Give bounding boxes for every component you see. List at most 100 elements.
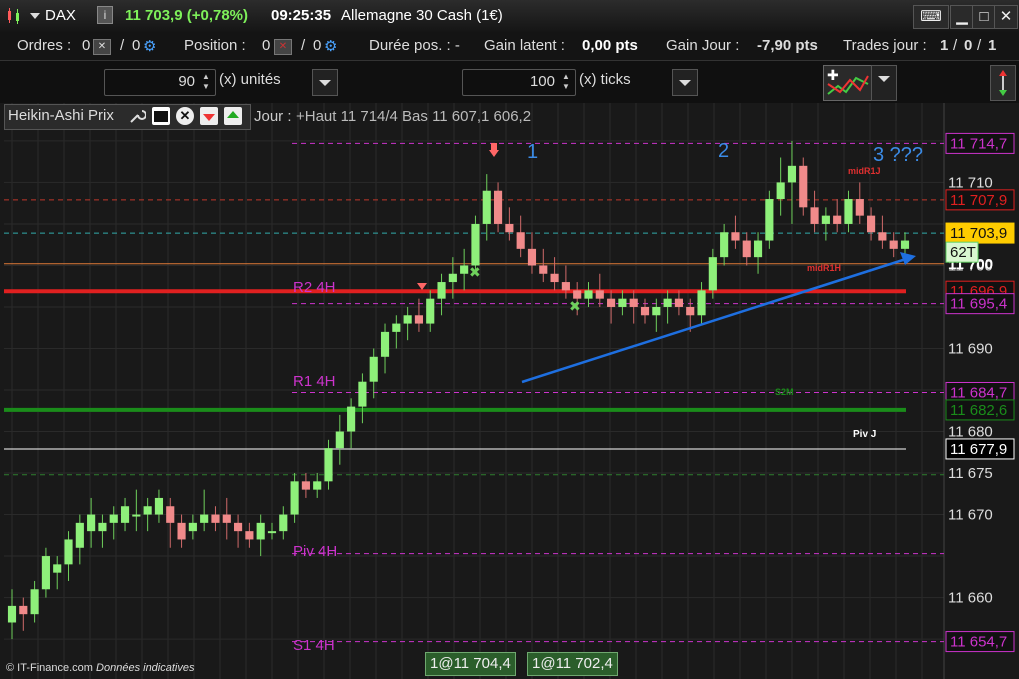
candle-body [787,165,797,183]
order-box-2[interactable]: 1@11 702,4 [527,652,618,676]
ordres-count-2: 0 [132,37,141,54]
candle-body [799,165,808,208]
keyboard-icon[interactable]: ⌨ [913,5,949,29]
candle-body [426,298,435,324]
candle-body [900,240,910,249]
r2-4h-label: R2 4H [293,279,336,296]
candle-body [595,290,604,299]
quantity-unit-dropdown[interactable] [312,69,338,96]
position-count-1: 0 [262,37,271,54]
sell-marker [491,143,497,150]
info-icon[interactable]: i [97,6,113,24]
candle-body [188,522,197,532]
candle-body [154,497,164,515]
candle-body [765,199,774,241]
candle-body [403,315,412,324]
price-badge-text: 11 682,6 [950,402,1007,419]
window-icon[interactable] [152,107,170,125]
piv-4h-label: Piv 4H [293,543,337,560]
candle-body [414,315,424,324]
candle-body [64,539,73,565]
symbol-dropdown-icon[interactable] [30,13,40,19]
gain-latent-value: 0,00 pts [582,37,638,54]
candle-body [471,223,480,266]
sell-marker [417,283,427,290]
candle-body [369,356,378,382]
close-chart-icon[interactable]: ✕ [176,107,194,125]
candle-body [855,199,864,216]
candle-body [810,207,819,224]
stepper-arrows-icon[interactable]: ▲ ▼ [200,72,212,92]
strategy-dropdown[interactable] [871,65,897,101]
x-marker: ✖ [469,265,481,281]
trades-label: Trades jour : [843,37,927,54]
order-box-1[interactable]: 1@11 704,4 [425,652,516,676]
candle-body [708,257,717,291]
candle-body [53,564,62,573]
candle-body [335,431,344,449]
candle-body [663,298,672,307]
gear-icon[interactable]: ⚙ [324,37,337,55]
sell-marker [489,150,499,157]
chart-panel[interactable]: ✖ ✖ 1 2 3 ??? midR1J midR1H S2M Piv J R2 4H R1 4H P… [0,103,1019,679]
gear-icon[interactable]: ⚙ [143,37,156,55]
candle-body [200,514,209,523]
candle-body [776,182,785,200]
ticks-value: 100 [529,73,555,90]
wave-label-3: 3 ??? [873,144,923,166]
chart-type-icon[interactable] [5,6,25,26]
quantity-stepper[interactable]: 90 ▲ ▼ [104,69,216,96]
sort-arrows-icon[interactable] [990,65,1016,101]
chart-name[interactable]: Heikin-Ashi Prix [8,107,114,124]
price-badge-text: 11 703,9 [950,225,1007,242]
candle-body [324,448,333,482]
stepper-arrows-icon[interactable]: ▲ ▼ [560,72,572,92]
candle-body [177,522,186,540]
cancel-orders-icon[interactable]: ✕ [93,39,111,55]
midR1J-label: midR1J [848,166,881,176]
S2M-label: S2M [775,387,794,397]
strategy-icon[interactable]: ✚ [823,65,873,101]
candle-body [674,298,683,307]
y-tick-label: 11 680 [948,424,993,441]
candle-body [256,522,265,540]
candle-body [222,514,231,523]
price-chart[interactable]: ✖ ✖ 1 2 3 ???midR1J midR1H S2M Piv J R2 4H R1 4H P… [0,103,1019,679]
candle-body [41,556,50,590]
trades-value-2: 0 [964,37,973,54]
maximize-icon[interactable]: □ [972,5,996,29]
ordres-count-1: 0 [82,37,91,54]
ohlc-overlap: +Haut 11 714/4 Bas 11 607,1 606,2 [296,108,532,125]
candle-body [640,306,650,316]
candle-body [493,190,503,224]
close-icon[interactable]: ✕ [994,5,1018,29]
candle-body [482,190,491,224]
x-marker: ✖ [569,299,581,315]
candle-body [87,514,96,532]
candle-body [742,240,751,258]
trades-value-3: 1 [988,37,997,54]
candle-body [448,273,457,283]
candle-body [867,215,876,233]
candle-body [889,240,898,249]
candle-body [527,248,537,266]
close-position-icon[interactable]: ✕ [274,39,292,55]
buy-icon[interactable] [224,107,242,125]
candle-body [211,514,220,523]
candle-body [30,589,39,615]
candle-body [607,298,616,307]
candle-body [833,215,842,224]
y-tick-label: 11 670 [948,507,993,524]
wave-label-1: 1 [527,141,538,163]
ticks-unit-dropdown[interactable] [672,69,698,96]
ordres-label: Ordres : [17,37,72,54]
copyright-text: © IT-Finance.com Données indicatives [6,662,194,674]
wrench-icon[interactable] [128,107,147,125]
instrument-name: Allemagne 30 Cash (1€) [341,7,503,24]
candle-body [460,265,469,274]
minimize-icon[interactable]: ▁ [950,5,974,29]
ticks-stepper[interactable]: 100 ▲ ▼ [462,69,576,96]
sell-icon[interactable] [200,107,218,125]
candle-body [166,506,175,523]
candle-body [245,531,254,540]
